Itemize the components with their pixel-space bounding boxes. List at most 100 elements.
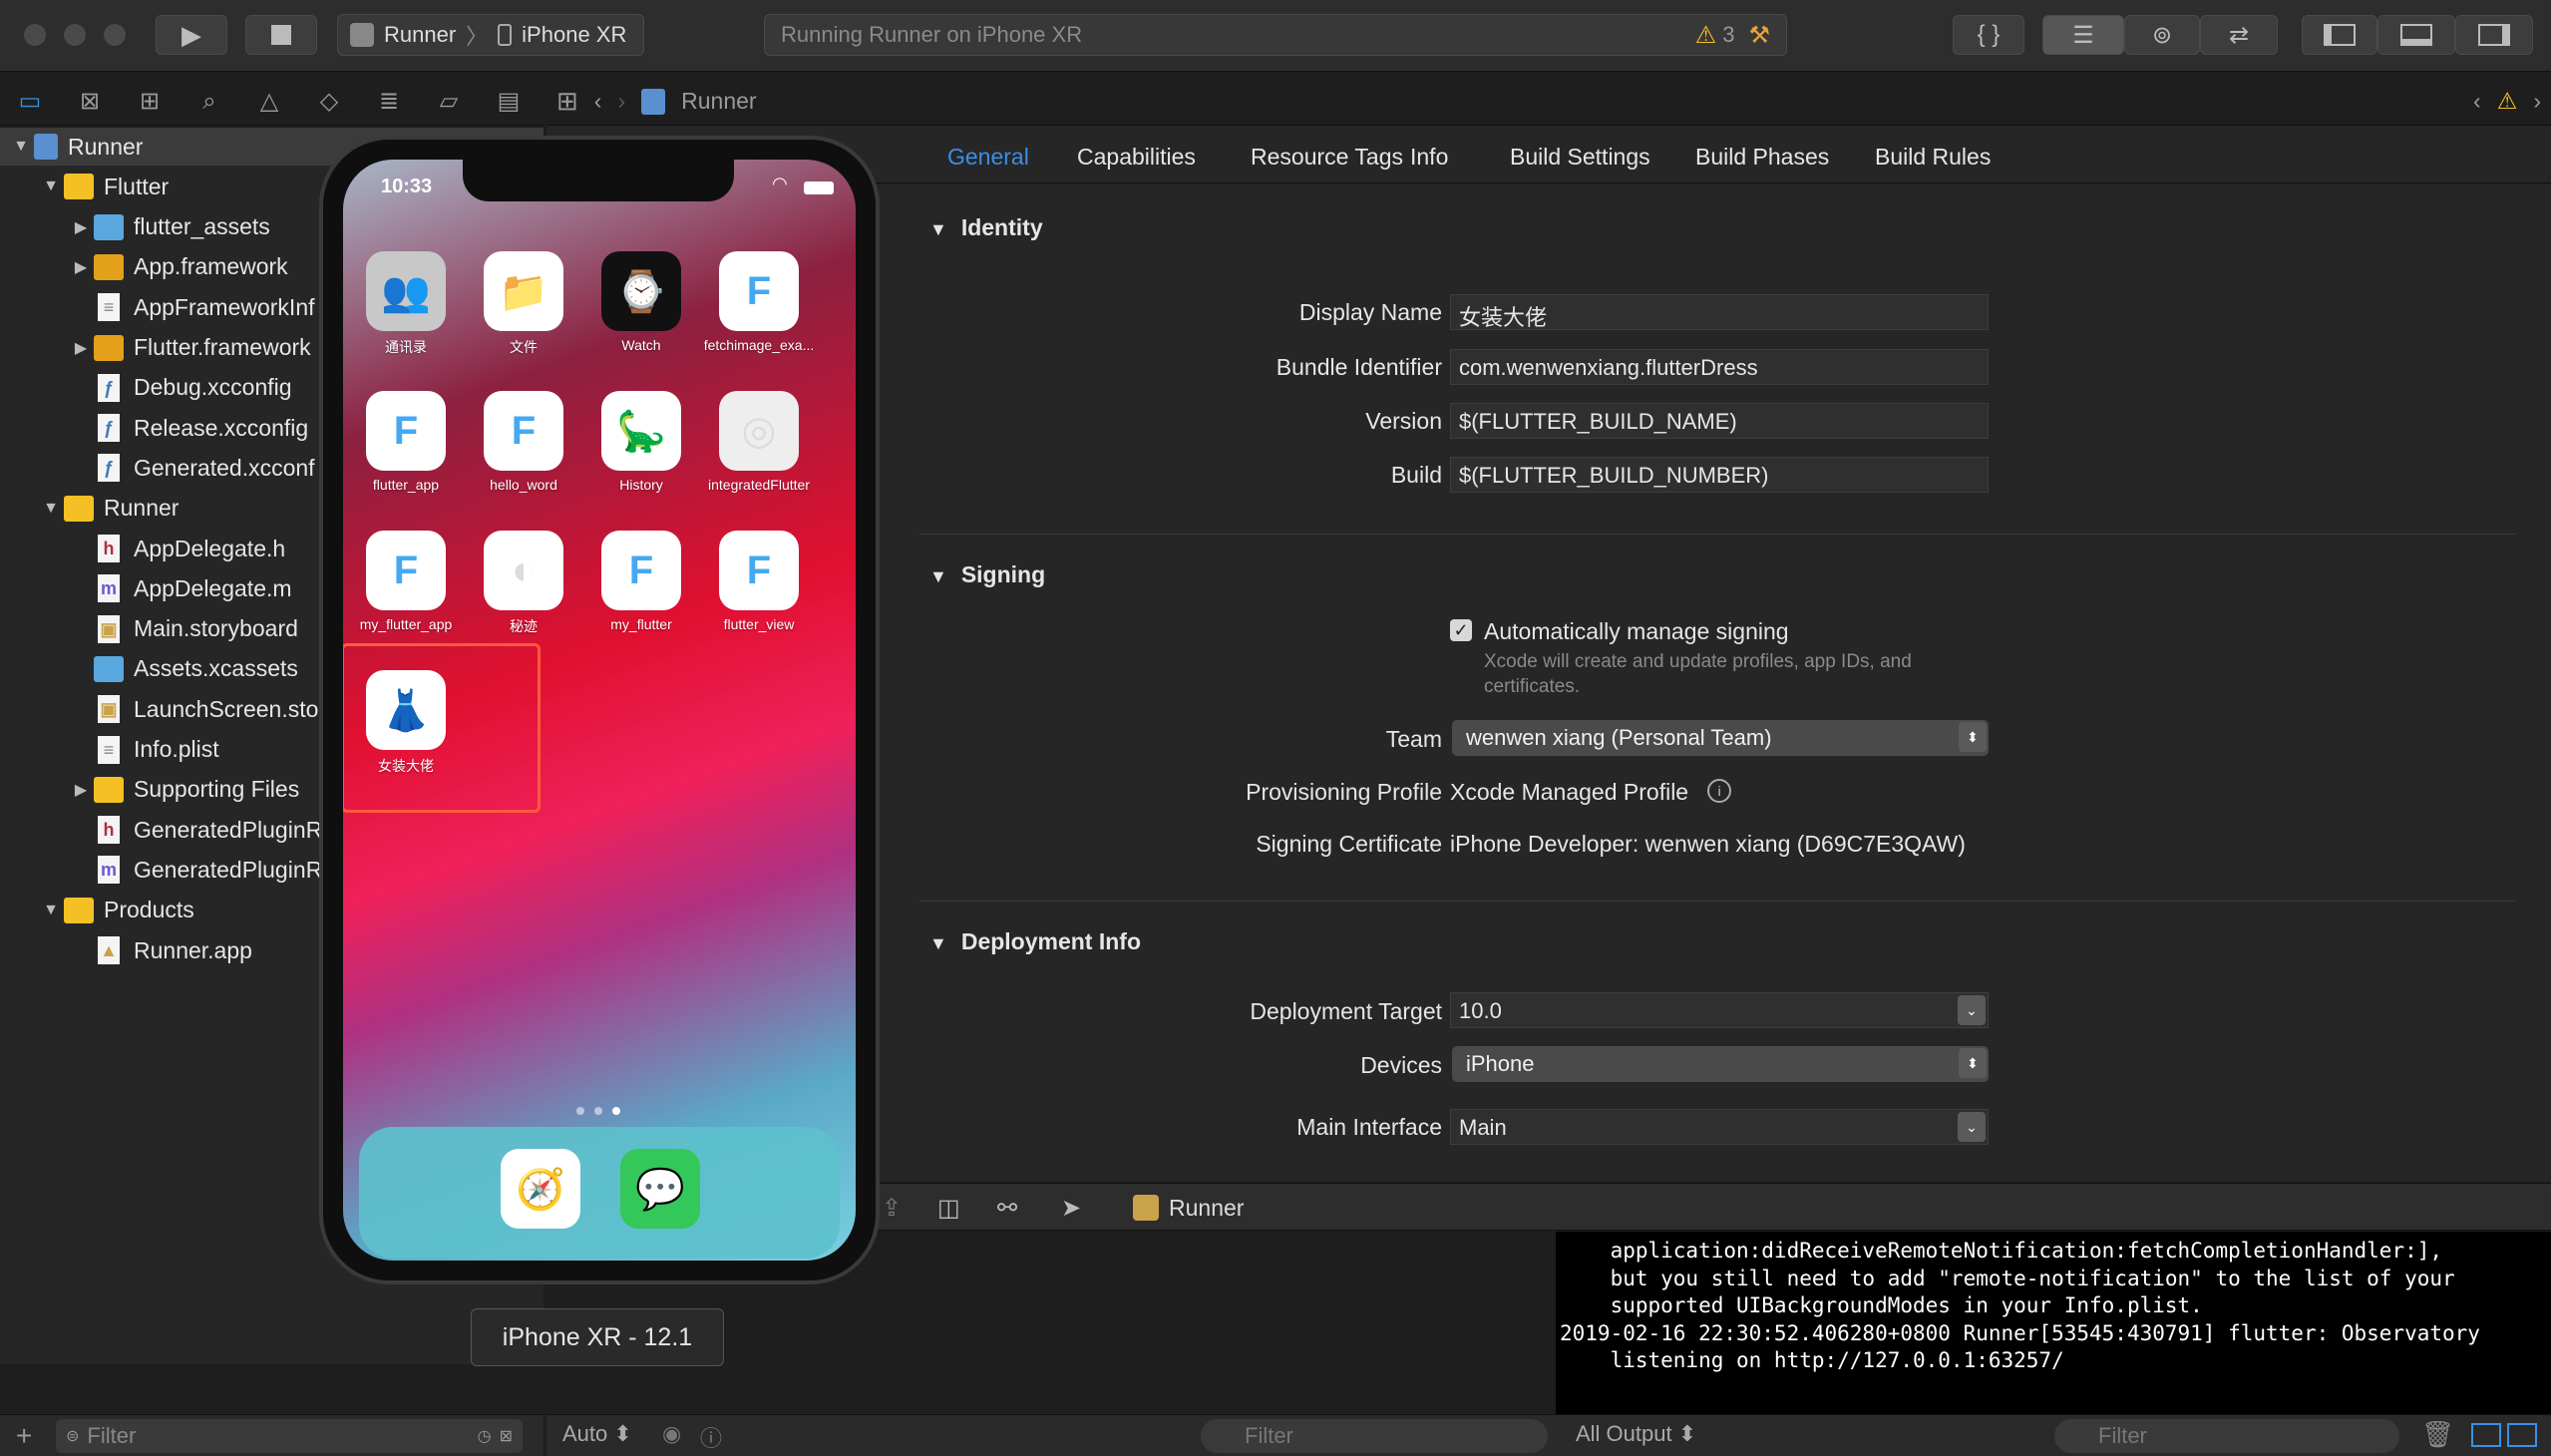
app-placeholder-app[interactable]: ◎ integratedFlutter <box>700 391 818 493</box>
scheme-selector[interactable]: Runner 〉 iPhone XR <box>337 14 644 56</box>
disclosure-open-icon[interactable]: ▼ <box>38 902 64 919</box>
safari-icon[interactable]: 🧭 <box>501 1149 580 1229</box>
report-navigator-icon[interactable]: ▤ <box>479 87 539 116</box>
app-mystery[interactable]: ◐ 秘迹 <box>465 531 582 636</box>
output-select[interactable]: All Output ⬍ <box>1576 1421 1696 1447</box>
iphone-home-screen[interactable]: 10:33 ◠ 👥 通讯录 📁 文件 ⌚ Watch Ffetchimage_exa... F… <box>343 160 856 1261</box>
toggle-debug-area-button[interactable] <box>2377 15 2455 55</box>
info-icon[interactable]: ⓘ <box>700 1421 722 1453</box>
app-files[interactable]: 📁 文件 <box>465 251 582 357</box>
stop-button[interactable] <box>245 15 317 55</box>
disclosure-closed-icon[interactable]: ▶ <box>68 338 94 358</box>
breakpoint-navigator-icon[interactable]: ▱ <box>419 87 479 116</box>
folder-navigator-icon[interactable]: ▭ <box>0 87 60 116</box>
warning-icon[interactable]: ⚠ <box>2497 88 2518 115</box>
view-debugger-icon[interactable]: ◫ <box>937 1194 960 1223</box>
split-left-icon[interactable] <box>2471 1423 2501 1447</box>
identity-section-header[interactable]: ▼ Identity <box>929 214 1043 241</box>
tab-build-phases[interactable]: Build Phases <box>1695 144 1829 171</box>
related-items-icon[interactable]: ⊞ <box>556 86 578 117</box>
messages-icon[interactable]: 💬 <box>620 1149 700 1229</box>
version-field[interactable]: $(FLUTTER_BUILD_NAME) <box>1450 403 1989 439</box>
back-arrow-icon[interactable]: ‹ <box>594 88 602 115</box>
prev-issue-icon[interactable]: ‹ <box>2473 88 2481 115</box>
disclosure-closed-icon[interactable]: ▶ <box>68 257 94 277</box>
deployment-section-header[interactable]: ▼ Deployment Info <box>929 928 1141 955</box>
recent-files-icon[interactable]: ◷ <box>478 1426 492 1446</box>
disclosure-open-icon[interactable]: ▼ <box>38 178 64 195</box>
add-icon[interactable]: + <box>16 1420 32 1452</box>
main-interface-combo[interactable]: Main ⌄ <box>1450 1109 1989 1145</box>
chevron-down-icon[interactable]: ⌄ <box>1958 995 1986 1025</box>
app-name-label: my_flutter <box>610 616 672 632</box>
tab-build-settings[interactable]: Build Settings <box>1510 144 1650 171</box>
devices-select[interactable]: iPhone ⬍ <box>1452 1046 1989 1082</box>
app-flutter[interactable]: Fmy_flutter_app <box>347 531 465 632</box>
app-flutter[interactable]: Ffetchimage_exa... <box>700 251 818 353</box>
app-watch[interactable]: ⌚ Watch <box>582 251 700 353</box>
tab-resource-tags[interactable]: Resource Tags <box>1251 144 1403 171</box>
watch-icon: ⌚ <box>601 251 681 331</box>
signing-section-header[interactable]: ▼ Signing <box>929 561 1045 588</box>
symbol-navigator-icon[interactable]: ⊞ <box>120 87 180 116</box>
toggle-navigator-button[interactable] <box>2302 15 2377 55</box>
standard-editor-button[interactable]: ☰ <box>2042 15 2124 55</box>
toggle-inspector-button[interactable] <box>2455 15 2533 55</box>
variables-scope-select[interactable]: Auto ⬍ <box>562 1421 632 1447</box>
app-flutter[interactable]: Fmy_flutter <box>582 531 700 632</box>
memory-graph-icon[interactable]: ⚯ <box>997 1194 1017 1223</box>
source-control-icon[interactable]: ⊠ <box>60 87 120 116</box>
app-flutter[interactable]: Fflutter_app <box>347 391 465 493</box>
tab-build-rules[interactable]: Build Rules <box>1875 144 1991 171</box>
next-issue-icon[interactable]: › <box>2533 88 2541 115</box>
navigator-item-label: Supporting Files <box>134 776 300 803</box>
step-out-icon[interactable]: ⇪ <box>882 1194 902 1223</box>
disclosure-closed-icon[interactable]: ▶ <box>68 217 94 237</box>
split-right-icon[interactable] <box>2507 1423 2537 1447</box>
forward-arrow-icon[interactable]: › <box>617 88 625 115</box>
display-name-field[interactable]: 女装大佬 <box>1450 294 1989 330</box>
eye-icon[interactable]: ◉ <box>662 1421 681 1447</box>
auto-signing-checkbox[interactable]: ✓ <box>1450 619 1472 641</box>
tab-general[interactable]: General <box>947 144 1029 171</box>
app-flutter[interactable]: Fflutter_view <box>700 531 818 632</box>
console-output[interactable]: application:didReceiveRemoteNotification… <box>1556 1232 2551 1414</box>
disclosure-open-icon[interactable]: ▼ <box>38 500 64 518</box>
close-window-button[interactable] <box>24 24 46 46</box>
location-icon[interactable]: ➤ <box>1061 1194 1081 1223</box>
team-select[interactable]: wenwen xiang (Personal Team) ⬍ <box>1452 720 1989 756</box>
search-icon[interactable]: ⌕ <box>180 88 239 116</box>
build-field[interactable]: $(FLUTTER_BUILD_NUMBER) <box>1450 457 1989 493</box>
app-dress[interactable]: 👗 女装大佬 <box>347 670 465 776</box>
app-history[interactable]: 🦕 History <box>582 391 700 493</box>
navigator-filter-field[interactable]: ⊜ Filter ◷ ⊠ <box>56 1419 523 1453</box>
chevron-down-icon[interactable]: ⌄ <box>1958 1112 1986 1142</box>
console-filter-field[interactable]: Filter <box>2054 1419 2399 1453</box>
jumpbar-project-label[interactable]: Runner <box>681 88 756 115</box>
disclosure-closed-icon[interactable]: ▶ <box>68 780 94 800</box>
variables-filter-field[interactable]: Filter <box>1201 1419 1548 1453</box>
deployment-target-combo[interactable]: 10.0 ⌄ <box>1450 992 1989 1028</box>
app-contacts[interactable]: 👥 通讯录 <box>347 251 465 357</box>
zoom-window-button[interactable] <box>104 24 126 46</box>
team-value: wenwen xiang (Personal Team) <box>1466 725 1772 750</box>
app-flutter[interactable]: Fhello_word <box>465 391 582 493</box>
page-dots <box>576 1107 620 1115</box>
trash-icon[interactable]: 🗑 <box>2421 1419 2454 1450</box>
debug-navigator-icon[interactable]: ≣ <box>359 87 419 116</box>
run-button[interactable]: ▶ <box>156 15 227 55</box>
warning-icon[interactable]: ⚠ <box>1695 21 1717 50</box>
issue-navigator-icon[interactable]: △ <box>239 87 299 116</box>
disclosure-open-icon[interactable]: ▼ <box>8 138 34 156</box>
source-control-filter-icon[interactable]: ⊠ <box>500 1426 513 1446</box>
assistant-editor-button[interactable]: ⊚ <box>2124 15 2200 55</box>
info-icon[interactable]: i <box>1707 779 1731 803</box>
library-button[interactable]: { } <box>1953 15 2024 55</box>
tab-capabilities[interactable]: Capabilities <box>1077 144 1196 171</box>
debug-process-label[interactable]: Runner <box>1169 1195 1244 1222</box>
test-navigator-icon[interactable]: ◇ <box>299 87 359 116</box>
version-editor-button[interactable]: ⇄ <box>2200 15 2278 55</box>
bundle-identifier-field[interactable]: com.wenwenxiang.flutterDress <box>1450 349 1989 385</box>
minimize-window-button[interactable] <box>64 24 86 46</box>
tab-info[interactable]: Info <box>1410 144 1448 171</box>
